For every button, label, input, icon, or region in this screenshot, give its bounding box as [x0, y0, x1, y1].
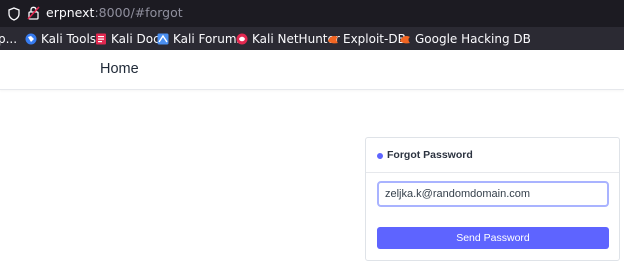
- kali-docs-icon: [96, 33, 106, 45]
- bookmark-label: Kali Tools: [41, 32, 97, 46]
- bookmark-kali-tools[interactable]: Kali Tools: [25, 31, 96, 47]
- home-link[interactable]: Home: [100, 61, 139, 77]
- bookmark-kali-forums[interactable]: Kali Forums: [157, 31, 243, 47]
- site-navbar: Home: [0, 50, 624, 90]
- bookmark-label: Google Hacking DB: [415, 32, 531, 46]
- bookmarks-bar: p... Kali Tools Kali Docs Kali Forums Ka…: [0, 27, 624, 50]
- card-title: Forgot Password: [387, 149, 473, 161]
- kali-tools-icon: [25, 33, 37, 45]
- url-text[interactable]: erpnext:8000/#forgot: [46, 5, 183, 21]
- indicator-dot: [377, 153, 383, 159]
- exploit-db-icon: [328, 36, 338, 44]
- bookmark-kali-nethunter[interactable]: Kali NetHunter: [236, 31, 340, 47]
- bookmark-google-hacking-db[interactable]: Google Hacking DB: [399, 31, 531, 47]
- card-header: Forgot Password: [366, 138, 619, 173]
- google-hacking-db-icon: [400, 36, 410, 44]
- url-path: :8000/#forgot: [94, 5, 183, 20]
- browser-url-bar[interactable]: erpnext:8000/#forgot: [0, 0, 624, 27]
- url-host: erpnext: [46, 5, 95, 20]
- bookmark-kali-docs[interactable]: Kali Docs: [95, 31, 166, 47]
- kali-nethunter-icon: [236, 33, 248, 45]
- insecure-lock-icon[interactable]: [27, 6, 40, 20]
- send-password-button[interactable]: Send Password: [377, 227, 609, 249]
- bookmark-label: Kali Forums: [173, 32, 243, 46]
- bookmark-label: p...: [0, 32, 18, 46]
- forgot-password-card: Forgot Password Send Password: [365, 137, 620, 261]
- email-input[interactable]: [377, 181, 609, 207]
- shield-icon[interactable]: [8, 7, 20, 21]
- kali-forums-icon: [157, 33, 169, 45]
- bookmark-truncated[interactable]: p...: [0, 31, 17, 47]
- bookmark-label: Exploit-DB: [343, 32, 406, 46]
- bookmark-exploit-db[interactable]: Exploit-DB: [327, 31, 406, 47]
